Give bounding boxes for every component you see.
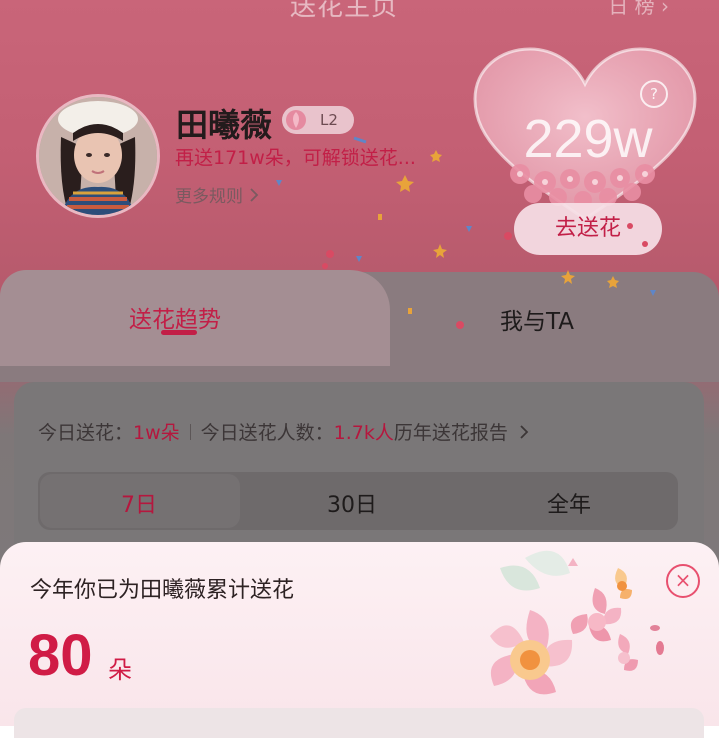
unlock-hint: 再送171w朵，可解锁送花...: [175, 147, 416, 169]
today-value: 1w朵: [133, 422, 180, 444]
today-label: 今日送花：: [38, 422, 134, 444]
bottom-card-edge: [14, 708, 704, 738]
stats-row: 今日送花： 1w朵 今日送花人数： 1.7k人 历年送花报告: [38, 418, 530, 445]
range-7d[interactable]: 7日: [121, 487, 157, 519]
tab-underline: [161, 330, 197, 335]
popup-unit: 朵: [108, 656, 132, 684]
people-label: 今日送花人数：: [200, 422, 334, 444]
more-rules-label: 更多规则: [175, 187, 243, 207]
report-link[interactable]: 历年送花报告: [394, 418, 508, 445]
range-30d[interactable]: 30日: [327, 487, 377, 519]
close-icon[interactable]: ×: [666, 564, 700, 598]
level-badge: L2: [282, 106, 354, 134]
avatar-portrait: [39, 97, 157, 215]
page-title: 送花主页: [290, 0, 399, 22]
help-icon[interactable]: ?: [640, 80, 668, 108]
chevron-right-icon: [250, 187, 259, 202]
level-text: L2: [320, 111, 338, 129]
flower-bouquet-illustration: [490, 550, 664, 695]
popup-title: 今年你已为田曦薇累计送花: [30, 578, 295, 603]
tab-flower-trend[interactable]: 送花趋势: [129, 300, 221, 334]
user-name: 田曦薇: [176, 106, 273, 144]
tab-me-and-ta[interactable]: 我与TA: [500, 302, 574, 336]
people-value: 1.7k人: [333, 422, 394, 444]
total-flower-count: 229w: [523, 109, 653, 169]
popup-flower-count: 80: [28, 623, 93, 688]
avatar[interactable]: [36, 94, 160, 218]
chevron-right-icon: [520, 424, 529, 439]
more-rules-link[interactable]: 更多规则: [175, 182, 259, 207]
flower-icon: [286, 110, 306, 130]
divider: [189, 423, 191, 440]
range-year[interactable]: 全年: [547, 487, 591, 519]
send-flower-button[interactable]: 去送花: [514, 203, 662, 255]
ranking-link[interactable]: 日 榜 ›: [608, 0, 669, 19]
